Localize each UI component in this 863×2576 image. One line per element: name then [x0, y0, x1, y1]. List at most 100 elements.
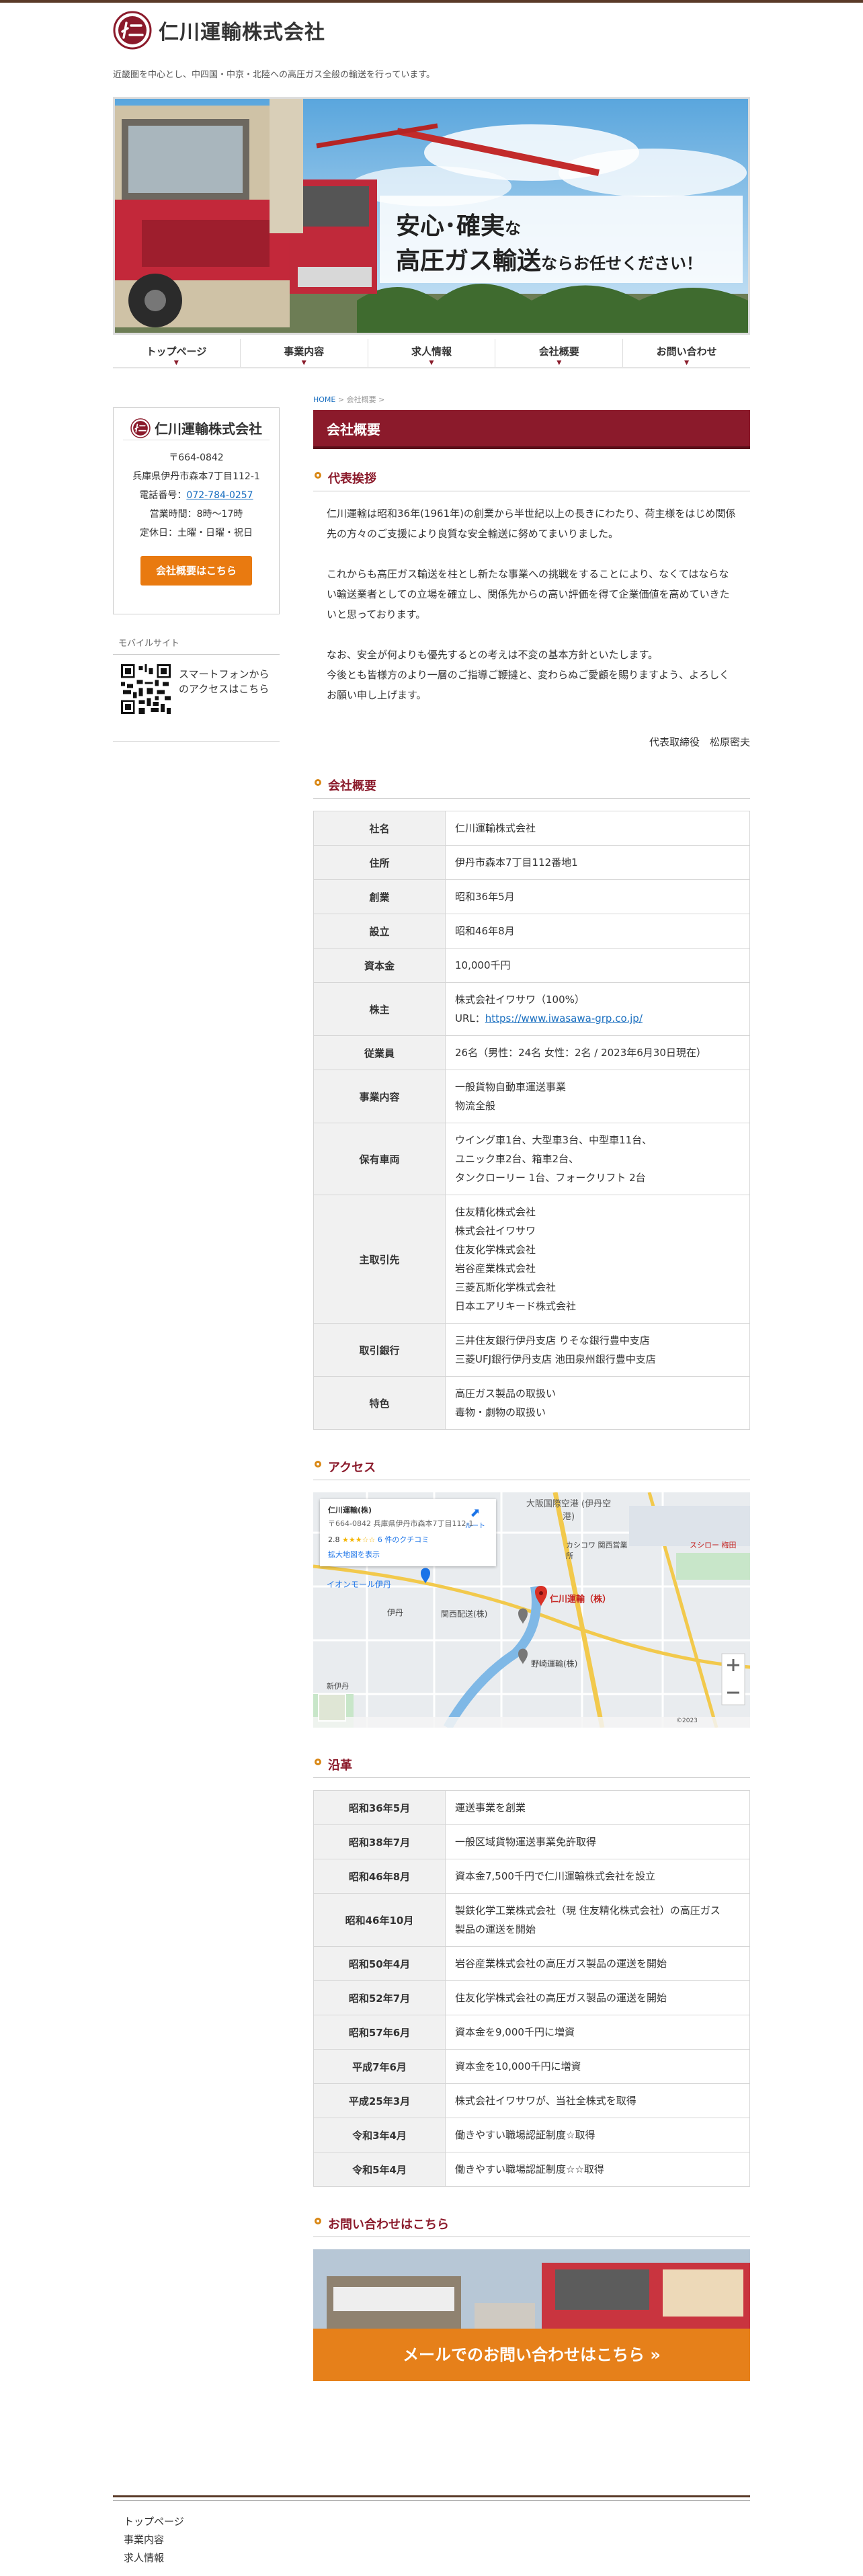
nav-item-top[interactable]: トップページ ▼ — [113, 339, 241, 367]
hero-line-1: 安心･確実な — [396, 206, 521, 241]
company-overview-button[interactable]: 会社概要はこちら — [140, 556, 252, 586]
row-label: 住所 — [313, 845, 446, 880]
row-value-line: 岩谷産業株式会社の高圧ガス製品の運送を開始 — [455, 1958, 667, 1970]
table-row: 主取引先 住友精化株式会社 株式会社イワサワ 住友化学株式会社 岩谷産業株式会社 三菱瓦斯… — [313, 1195, 750, 1324]
table-row: 創業 昭和36年5月 — [313, 879, 750, 914]
map-label: 大阪国際空港 (伊丹空港) — [526, 1499, 612, 1522]
section-heading-greeting: 代表挨拶 — [313, 469, 750, 491]
map-label: イオンモール伊丹 — [327, 1580, 392, 1589]
phone-link[interactable]: 072-784-0257 — [186, 490, 253, 501]
row-label: 資本金 — [313, 948, 446, 983]
row-value: 運送事業を創業 — [445, 1790, 750, 1825]
row-value-line: 10,000千円 — [455, 959, 511, 971]
url-label: URL： — [455, 1012, 485, 1024]
table-row: 平成25年3月 株式会社イワサワが、当社全株式を取得 — [313, 2083, 750, 2118]
row-label: 株主 — [313, 982, 446, 1036]
section-heading-contact: お問い合わせはこちら — [313, 2215, 750, 2237]
row-value-line: 仁川運輸株式会社 — [455, 822, 536, 834]
company-name: 仁川運輸株式会社 — [159, 21, 325, 44]
row-value: 三井住友銀行伊丹支店 りそな銀行豊中支店 三菱UFJ銀行伊丹支店 池田泉州銀行豊中… — [445, 1323, 750, 1377]
row-value-line: 三菱UFJ銀行伊丹支店 池田泉州銀行豊中支店 — [455, 1353, 656, 1365]
row-label: 社名 — [313, 811, 446, 846]
table-row: 昭和36年5月 運送事業を創業 — [313, 1790, 750, 1825]
row-label: 創業 — [313, 879, 446, 914]
chevron-down-icon: ▼ — [557, 360, 562, 366]
nav-item-business[interactable]: 事業内容 ▼ — [241, 339, 368, 367]
row-value: 26名（男性：24名 女性：2名 / 2023年6月30日現在） — [445, 1035, 750, 1070]
shareholder-url-link[interactable]: https://www.iwasawa-grp.co.jp/ — [485, 1012, 643, 1024]
nav-item-company[interactable]: 会社概要 ▼ — [495, 339, 624, 367]
footer-link-top[interactable]: トップページ — [113, 2513, 750, 2531]
row-label: 事業内容 — [313, 1070, 446, 1123]
hero-line-2: 高圧ガス輸送ならお任せください！ — [396, 241, 702, 276]
row-label: 平成7年6月 — [313, 2049, 446, 2084]
mail-contact-button[interactable]: メールでのお問い合わせはこちら » — [313, 2329, 750, 2381]
row-value: 岩谷産業株式会社の高圧ガス製品の運送を開始 — [445, 1946, 750, 1981]
map-reviews-link[interactable]: 6 件のクチコミ — [378, 1535, 429, 1544]
map-rating-row: 2.8 ★★★☆☆ 6 件のクチコミ — [328, 1534, 488, 1545]
table-row: 設立 昭和46年8月 — [313, 914, 750, 949]
row-value: 資本金を9,000千円に増資 — [445, 2015, 750, 2050]
row-value-line: 一般貨物自動車運送事業 — [455, 1081, 567, 1093]
row-value: 製鉄化学工業株式会社（現 住友精化株式会社）の高圧ガス 製品の運送を開始 — [445, 1893, 750, 1947]
map-enlarge-link[interactable]: 拡大地図を表示 — [328, 1549, 488, 1560]
row-value-line: ウイング車1台、大型車3台、中型車11台、 — [455, 1134, 653, 1146]
breadcrumb-separator: > — [335, 395, 347, 404]
page-title: 会社概要 — [313, 410, 750, 449]
nav-label: 事業内容 — [284, 346, 325, 358]
row-value-line: タンクローリー 1台、フォークリフト 2台 — [455, 1172, 646, 1184]
company-logo-icon — [113, 11, 152, 50]
chevron-down-icon: ▼ — [301, 360, 306, 366]
chevron-down-icon: ▼ — [684, 360, 690, 366]
row-label: 特色 — [313, 1376, 446, 1430]
star-icon: ★★★☆☆ — [342, 1535, 376, 1544]
table-row: 昭和52年7月 住友化学株式会社の高圧ガス製品の運送を開始 — [313, 1980, 750, 2015]
phone-label: 電話番号： — [139, 490, 187, 501]
table-row: 事業内容 一般貨物自動車運送事業 物流全般 — [313, 1070, 750, 1123]
mobile-site-block[interactable]: スマートフォンからのアクセスはこちら — [113, 655, 280, 742]
row-value: ウイング車1台、大型車3台、中型車11台、 ユニック車2台、箱車2台、タンクローリ… — [445, 1123, 750, 1195]
row-value-line: 昭和36年5月 — [455, 891, 515, 903]
breadcrumb-current: 会社概要 — [346, 395, 376, 404]
hero-text: 確実 — [456, 212, 505, 240]
site-footer: トップページ 事業内容 求人情報 — [113, 2495, 750, 2567]
row-value-line: 資本金を10,000千円に増資 — [455, 2060, 581, 2072]
map-route-button[interactable]: ⬈ ルート — [465, 1506, 485, 1530]
table-row: 昭和38年7月 一般区域貨物運送事業免許取得 — [313, 1824, 750, 1859]
company-info-card: 仁川運輸株式会社 〒664-0842 兵庫県伊丹市森本7丁目112-1 電話番号… — [113, 407, 280, 614]
map-card-address: 〒664-0842 兵庫県伊丹市森本7丁目112-1 — [328, 1519, 474, 1528]
row-label: 昭和50年4月 — [313, 1946, 446, 1981]
google-map[interactable]: 仁川運輸(株) 〒664-0842 兵庫県伊丹市森本7丁目112-1 2.8 ★… — [313, 1492, 750, 1728]
hero-text: な — [505, 219, 522, 238]
row-value-line: ユニック車2台、箱車2台、 — [455, 1153, 579, 1165]
row-value-line: 働きやすい職場認証制度☆取得 — [455, 2129, 595, 2141]
row-value-line: 株式会社イワサワが、当社全株式を取得 — [455, 2095, 636, 2107]
row-label: 従業員 — [313, 1035, 446, 1070]
table-row: 令和5年4月 働きやすい職場認証制度☆☆取得 — [313, 2152, 750, 2187]
row-value-line: 働きやすい職場認証制度☆☆取得 — [455, 2163, 604, 2175]
breadcrumb: HOME > 会社概要 > — [313, 394, 750, 410]
table-row: 社名 仁川運輸株式会社 — [313, 811, 750, 846]
greeting-paragraph: 仁川運輸は昭和36年(1961年)の創業から半世紀以上の長きにわたり、荷主様をは… — [327, 508, 736, 540]
footer-link-recruit[interactable]: 求人情報 — [113, 2549, 750, 2567]
table-row: 株主 株式会社イワサワ（100%） URL：https://www.iwasawa-… — [313, 982, 750, 1036]
nav-item-contact[interactable]: お問い合わせ ▼ — [623, 339, 750, 367]
row-value-line: 製品の運送を開始 — [455, 1923, 536, 1935]
site-logo[interactable]: 仁川運輸株式会社 — [113, 9, 750, 51]
map-rating: 2.8 — [328, 1535, 340, 1544]
row-value-line: 高圧ガス製品の取扱い — [455, 1387, 557, 1400]
qr-code-icon — [121, 664, 171, 714]
breadcrumb-home[interactable]: HOME — [313, 395, 335, 404]
contact-banner[interactable]: メールでのお問い合わせはこちら » — [313, 2249, 750, 2381]
site-tagline: 近畿圏を中心とし、中四国・中京・北陸への高圧ガス全般の輸送を行っています。 — [113, 70, 436, 80]
row-value-line: 毒物・劇物の取扱い — [455, 1406, 546, 1418]
map-label: 野崎運輸(株) — [531, 1659, 578, 1668]
business-hours: 営業時間：8時〜17時 — [149, 509, 243, 520]
top-border — [0, 0, 863, 3]
footer-link-business[interactable]: 事業内容 — [113, 2531, 750, 2549]
directions-icon: ⬈ — [470, 1506, 481, 1520]
row-label: 保有車両 — [313, 1123, 446, 1195]
nav-item-recruit[interactable]: 求人情報 ▼ — [368, 339, 496, 367]
table-row: 住所 伊丹市森本7丁目112番地1 — [313, 845, 750, 880]
